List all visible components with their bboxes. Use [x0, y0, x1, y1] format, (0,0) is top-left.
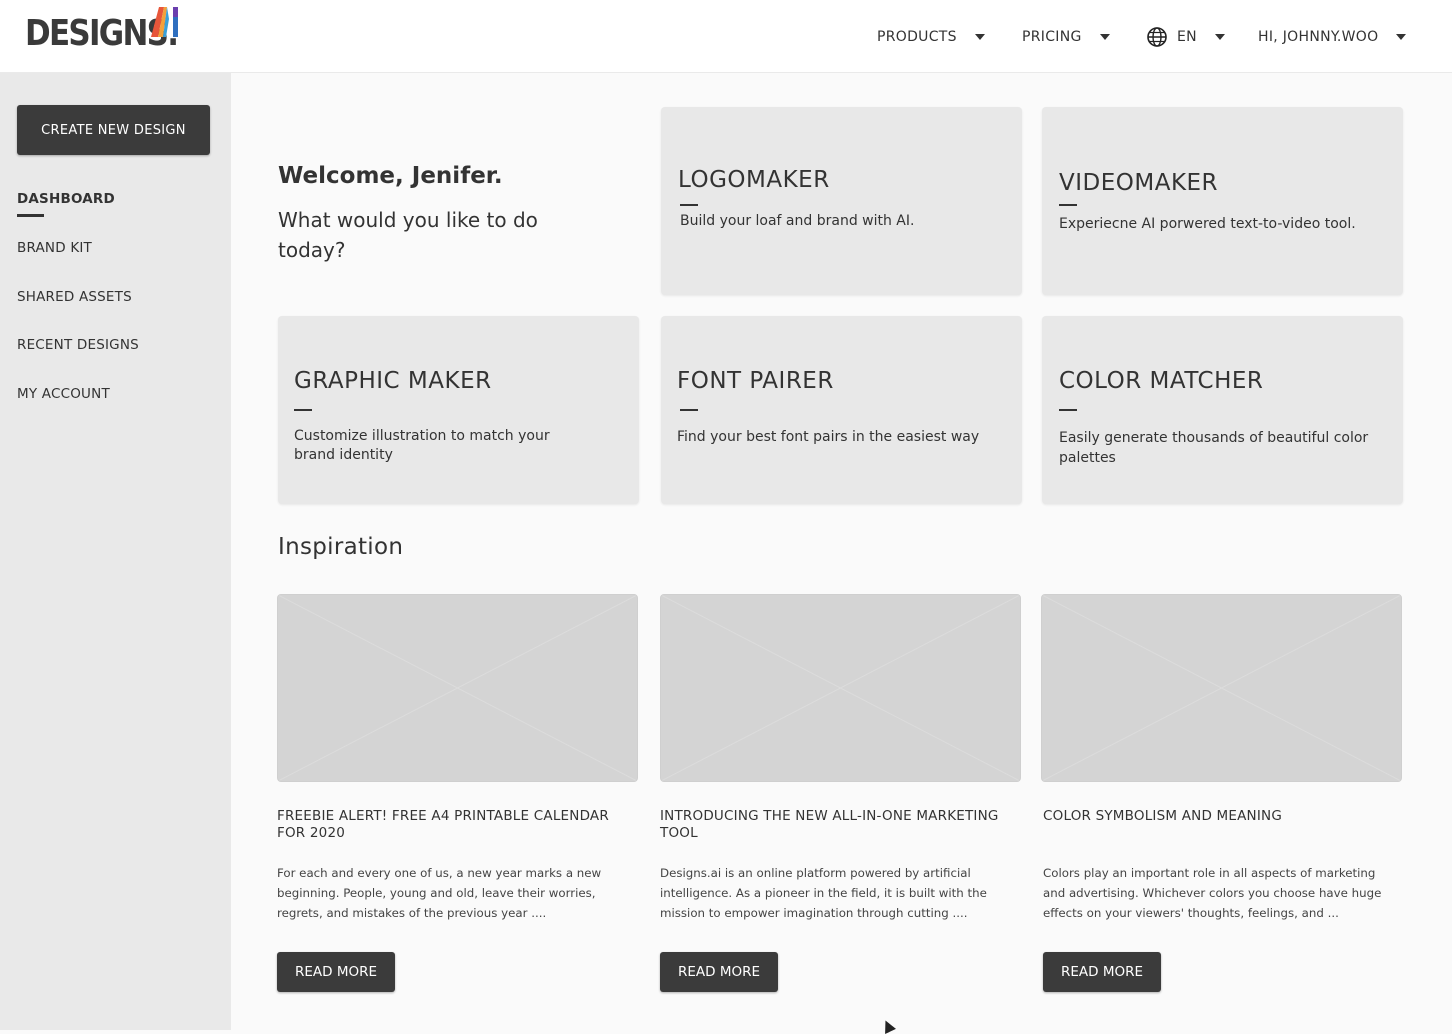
card-divider	[1059, 204, 1077, 206]
image-placeholder-icon	[661, 595, 1020, 781]
user-greeting: HI, JOHNNY.WOO	[1258, 28, 1379, 45]
article-excerpt: Colors play an important role in all asp…	[1043, 866, 1382, 920]
create-new-design-button[interactable]: CREATE NEW DESIGN	[17, 105, 210, 155]
sidebar-item-brand-kit[interactable]: BRAND KIT	[17, 240, 92, 256]
image-placeholder-icon	[278, 595, 637, 781]
tool-card-graphic-maker[interactable]: GRAPHIC MAKER Customize illustration to …	[278, 316, 639, 504]
nav-pricing[interactable]: PRICING	[1022, 0, 1110, 73]
chevron-down-icon	[1214, 33, 1225, 40]
sidebar-item-dashboard[interactable]: DASHBOARD	[17, 191, 115, 207]
article-excerpt: Designs.ai is an online platform powered…	[660, 866, 987, 920]
sidebar-item-recent-designs[interactable]: RECENT DESIGNS	[17, 337, 139, 353]
card-title: LOGOMAKER	[678, 167, 830, 193]
read-more-button[interactable]: READ MORE	[277, 952, 395, 992]
chevron-down-icon	[1396, 33, 1407, 40]
card-title: GRAPHIC MAKER	[294, 368, 492, 394]
sidebar: CREATE NEW DESIGN DASHBOARD BRAND KIT SH…	[0, 73, 231, 1030]
card-description: Easily generate thousands of beautiful c…	[1059, 430, 1369, 466]
tool-card-font-pairer[interactable]: FONT PAIRER Find your best font pairs in…	[661, 316, 1022, 504]
article-title[interactable]: FREEBIE ALERT! FREE A4 PRINTABLE CALENDA…	[277, 808, 639, 842]
article-title[interactable]: INTRODUCING THE NEW ALL-IN-ONE MARKETING…	[660, 808, 1022, 842]
card-divider	[1059, 409, 1077, 411]
article-image-placeholder[interactable]	[660, 594, 1021, 782]
logo-ai-mark-icon	[151, 7, 178, 37]
top-header: DESIGNS. PRODUCTS PRICING EN HI, JOHNNY.…	[0, 0, 1452, 73]
card-description: Customize illustration to match your bra…	[294, 428, 550, 463]
read-more-button[interactable]: READ MORE	[1043, 952, 1161, 992]
nav-products-label: PRODUCTS	[877, 28, 957, 45]
tool-card-videomaker[interactable]: VIDEOMAKER Experiecne AI porwered text-t…	[1042, 107, 1403, 295]
tool-card-logomaker[interactable]: LOGOMAKER Build your loaf and brand with…	[661, 107, 1022, 295]
welcome-title: Welcome, Jenifer.	[278, 163, 503, 189]
article-excerpt: For each and every one of us, a new year…	[277, 866, 602, 920]
nav-pricing-label: PRICING	[1022, 28, 1082, 45]
article-title[interactable]: COLOR SYMBOLISM AND MEANING	[1043, 808, 1405, 825]
article-image-placeholder[interactable]	[1041, 594, 1402, 782]
active-indicator	[17, 214, 44, 217]
language-selector[interactable]: EN	[1147, 0, 1225, 73]
welcome-subtitle: What would you like to do today?	[278, 208, 538, 262]
tool-card-color-matcher[interactable]: COLOR MATCHER Easily generate thousands …	[1042, 316, 1403, 504]
read-more-button[interactable]: READ MORE	[660, 952, 778, 992]
mouse-cursor-icon	[880, 1018, 896, 1034]
image-placeholder-icon	[1042, 595, 1401, 781]
card-description: Build your loaf and brand with AI.	[680, 213, 915, 229]
card-title: COLOR MATCHER	[1059, 368, 1264, 394]
chevron-down-icon	[974, 33, 985, 40]
card-divider	[680, 204, 698, 206]
card-description: Find your best font pairs in the easiest…	[677, 429, 980, 445]
card-title: VIDEOMAKER	[1059, 170, 1219, 196]
inspiration-heading: Inspiration	[278, 534, 404, 560]
card-divider	[680, 409, 698, 411]
user-menu[interactable]: HI, JOHNNY.WOO	[1258, 0, 1407, 73]
nav-products[interactable]: PRODUCTS	[877, 0, 985, 73]
sidebar-item-shared-assets[interactable]: SHARED ASSETS	[17, 289, 132, 305]
article-image-placeholder[interactable]	[277, 594, 638, 782]
globe-icon	[1147, 26, 1167, 47]
chevron-down-icon	[1099, 33, 1110, 40]
sidebar-item-my-account[interactable]: MY ACCOUNT	[17, 386, 110, 402]
language-label: EN	[1177, 28, 1197, 45]
card-divider	[294, 409, 312, 411]
card-title: FONT PAIRER	[677, 368, 834, 394]
card-description: Experiecne AI porwered text-to-video too…	[1059, 216, 1356, 232]
